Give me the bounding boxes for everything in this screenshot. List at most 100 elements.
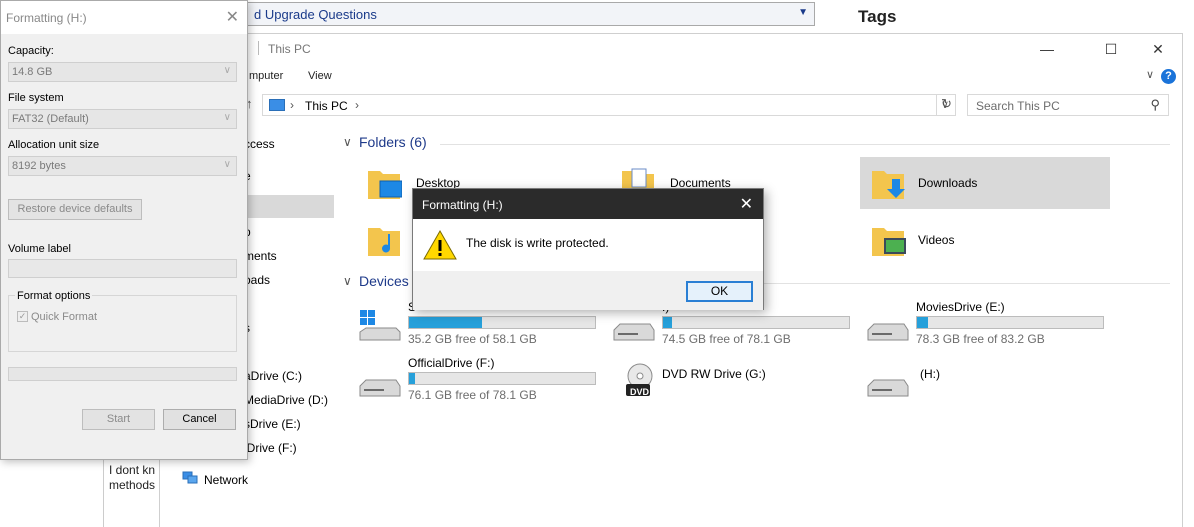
nav-item-drive-f[interactable]: lDrive (F:) <box>244 441 297 455</box>
start-button[interactable]: Start <box>82 409 155 430</box>
desktop-folder-icon <box>368 171 402 199</box>
dvd-badge: DVD <box>630 387 650 397</box>
nav-item-drive-c[interactable]: aDrive (C:) <box>244 369 302 383</box>
title-separator <box>258 41 259 55</box>
address-path[interactable]: This PC <box>305 99 348 113</box>
hard-drive-icon <box>867 379 909 397</box>
folder-videos[interactable]: Videos <box>860 214 1110 266</box>
search-box[interactable]: Search This PC ⚲ <box>967 94 1169 116</box>
message-box-footer: OK <box>413 271 763 310</box>
question-category-select-value: d Upgrade Questions <box>254 7 377 22</box>
drive-usage-fill <box>409 373 415 384</box>
drive-free-space: 74.5 GB free of 78.1 GB <box>662 332 791 346</box>
nav-item-quick-access[interactable]: ccess <box>244 137 275 151</box>
format-options-label: Format options <box>15 290 93 302</box>
allocation-unit-select[interactable]: 8192 bytes ∨ <box>8 156 237 176</box>
restore-defaults-button[interactable]: Restore device defaults <box>8 199 142 220</box>
message-box-title: Formatting (H:) <box>422 198 503 212</box>
allocation-unit-label: Allocation unit size <box>8 139 100 151</box>
volume-label-label: Volume label <box>8 243 71 255</box>
nav-item-drive-d[interactable]: MediaDrive (D:) <box>244 393 328 407</box>
close-button[interactable]: ✕ <box>1135 34 1181 64</box>
snippet-line-2: methods <box>109 478 156 492</box>
question-category-select[interactable]: d Upgrade Questions ▼ <box>243 2 815 26</box>
folder-label: Downloads <box>918 176 978 190</box>
folder-label: Videos <box>918 233 955 247</box>
allocation-unit-value: 8192 bytes <box>12 160 66 172</box>
drive-h[interactable]: (H:) <box>866 356 1116 408</box>
format-dialog: Formatting (H:) ✕ Capacity: 14.8 GB ∨ Fi… <box>0 0 248 460</box>
drive-usage-bar <box>408 316 596 329</box>
ribbon-tabs: mputer View ∨ ? <box>160 64 1182 89</box>
tags-heading: Tags <box>858 7 897 26</box>
nav-selected-highlight <box>244 195 334 218</box>
drive-name: DVD RW Drive (G:) <box>662 367 766 381</box>
hard-drive-icon <box>359 379 401 397</box>
windows-drive-icon <box>359 310 401 341</box>
question-snippet: I dont kn methods <box>0 457 160 527</box>
quick-format-label: Quick Format <box>31 311 98 323</box>
ok-button[interactable]: OK <box>686 281 753 302</box>
devices-section-header[interactable]: Devices <box>359 273 409 289</box>
chevron-down-icon: ∨ <box>223 159 231 170</box>
hard-drive-icon <box>613 323 655 341</box>
cancel-button[interactable]: Cancel <box>163 409 236 430</box>
videos-folder-icon <box>872 228 906 256</box>
ribbon-expand-icon[interactable]: ∨ <box>1146 68 1154 81</box>
message-text: The disk is write protected. <box>466 236 609 250</box>
format-dialog-titlebar[interactable]: Formatting (H:) ✕ <box>1 1 247 34</box>
breadcrumb-chevron-icon[interactable]: › <box>290 98 294 112</box>
breadcrumb-chevron-icon[interactable]: › <box>355 98 359 112</box>
hard-drive-icon <box>867 323 909 341</box>
help-icon[interactable]: ? <box>1161 69 1176 84</box>
explorer-titlebar[interactable]: ƒ This PC — ☐ ✕ <box>160 34 1182 64</box>
volume-label-input[interactable] <box>8 259 237 278</box>
close-icon[interactable]: ✕ <box>740 194 753 214</box>
search-input[interactable]: Search This PC <box>976 99 1060 113</box>
folder-downloads[interactable]: Downloads <box>860 157 1110 209</box>
close-icon[interactable]: ✕ <box>226 7 239 27</box>
drive-name: (H:) <box>920 367 940 381</box>
refresh-icon[interactable]: ↻ <box>936 94 956 116</box>
minimize-button[interactable]: — <box>1024 34 1070 64</box>
nav-item-network[interactable]: Network <box>204 473 248 487</box>
drive-e[interactable]: MoviesDrive (E:) 78.3 GB free of 83.2 GB <box>866 300 1116 352</box>
nav-item-drive-e[interactable]: sDrive (E:) <box>244 417 301 431</box>
capacity-select[interactable]: 14.8 GB ∨ <box>8 62 237 82</box>
maximize-button[interactable]: ☐ <box>1088 34 1134 64</box>
chevron-down-icon[interactable]: ∨ <box>343 135 352 149</box>
quick-format-checkbox[interactable]: ✓ <box>17 311 28 322</box>
chevron-down-icon: ∨ <box>223 112 231 123</box>
nav-item-documents[interactable]: ments <box>244 249 277 263</box>
chevron-down-icon[interactable]: ∨ <box>343 274 352 288</box>
warning-icon <box>423 229 457 260</box>
format-dialog-title: Formatting (H:) <box>6 11 87 25</box>
drive-free-space: 76.1 GB free of 78.1 GB <box>408 388 537 402</box>
filesystem-select[interactable]: FAT32 (Default) ∨ <box>8 109 237 129</box>
drive-usage-bar <box>408 372 596 385</box>
drive-name: OfficialDrive (F:) <box>408 356 495 370</box>
section-divider <box>440 144 1170 145</box>
capacity-value: 14.8 GB <box>12 66 53 78</box>
drive-usage-fill <box>409 317 482 328</box>
search-icon[interactable]: ⚲ <box>1150 97 1160 113</box>
format-progress-bar <box>8 367 237 381</box>
drive-g-dvd[interactable]: DVD DVD RW Drive (G:) <box>612 356 862 408</box>
filesystem-value: FAT32 (Default) <box>12 113 89 125</box>
snippet-line-1: I dont kn <box>109 463 156 477</box>
drive-usage-bar <box>662 316 850 329</box>
capacity-label: Capacity: <box>8 45 54 57</box>
music-folder-icon <box>368 228 400 256</box>
this-pc-icon <box>269 99 285 111</box>
address-bar[interactable]: › This PC › ∨ <box>262 94 956 116</box>
message-box-titlebar[interactable]: Formatting (H:) ✕ <box>413 189 763 219</box>
drive-free-space: 78.3 GB free of 83.2 GB <box>916 332 1045 346</box>
drive-free-space: 35.2 GB free of 58.1 GB <box>408 332 537 346</box>
explorer-title: This PC <box>268 42 311 56</box>
drive-f[interactable]: OfficialDrive (F:) 76.1 GB free of 78.1 … <box>358 356 608 408</box>
chevron-down-icon: ▼ <box>798 7 808 18</box>
format-options-group <box>8 295 237 352</box>
folders-section-header[interactable]: Folders (6) <box>359 134 427 150</box>
tab-view[interactable]: View <box>308 70 332 82</box>
tab-computer[interactable]: mputer <box>249 70 283 82</box>
